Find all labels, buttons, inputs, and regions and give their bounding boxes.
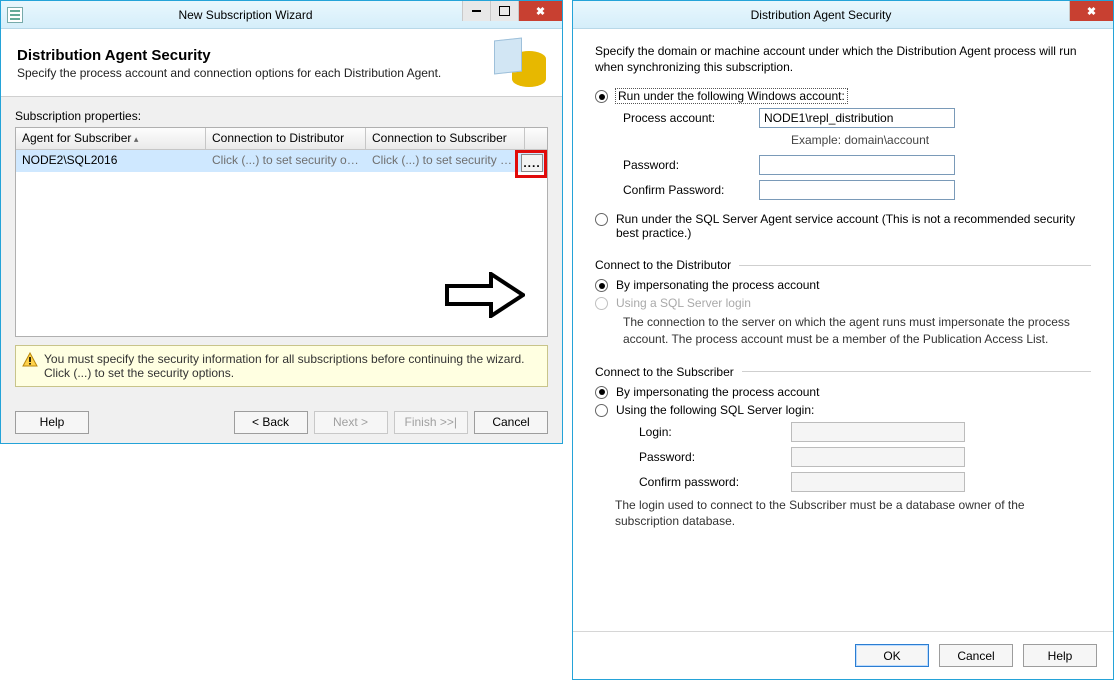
grid-row[interactable]: NODE2\SQL2016 Click (...) to set securit… [16,150,547,172]
login-input [791,422,965,442]
password-input[interactable] [759,155,955,175]
maximize-button[interactable] [490,1,518,21]
cancel-button[interactable]: Cancel [474,411,548,434]
sub-confirm-label: Confirm password: [595,475,791,489]
group-connect-distributor: Connect to the Distributor [595,258,1091,272]
finish-button: Finish >>| [394,411,468,434]
radio-dist-sql-login-label: Using a SQL Server login [616,296,751,310]
dialog-title: Distribution Agent Security [573,8,1069,22]
wizard-subheading: Specify the process account and connecti… [17,66,441,80]
wizard-title: New Subscription Wizard [29,8,462,22]
dialog-help-button[interactable]: Help [1023,644,1097,667]
process-account-example: Example: domain\account [595,133,1091,147]
dialog-titlebar[interactable]: Distribution Agent Security [573,1,1113,29]
radio-dist-impersonate-label: By impersonating the process account [616,278,819,292]
distributor-note: The connection to the server on which th… [595,314,1091,346]
confirm-password-input[interactable] [759,180,955,200]
subscriber-note: The login used to connect to the Subscri… [595,497,1091,529]
radio-run-sqlagent-label: Run under the SQL Server Agent service a… [616,212,1091,240]
ellipsis-button[interactable]: .... [521,154,543,172]
warning-icon [22,352,38,368]
wizard-heading: Distribution Agent Security [17,47,441,64]
dialog-body: Specify the domain or machine account un… [573,29,1113,631]
cell-distributor[interactable]: Click (...) to set security opti... [206,150,366,172]
wizard-window: New Subscription Wizard Distribution Age… [0,0,563,444]
wizard-footer: Help < Back Next > Finish >>| Cancel [1,401,562,443]
radio-run-windows-label: Run under the following Windows account: [616,89,847,103]
sub-password-label: Password: [595,450,791,464]
col-subscriber[interactable]: Connection to Subscriber [366,128,525,149]
col-agent[interactable]: Agent for Subscriber [16,128,206,149]
radio-sub-impersonate[interactable]: By impersonating the process account [595,385,1091,399]
wizard-graphic [494,39,546,87]
next-button: Next > [314,411,388,434]
radio-dist-impersonate[interactable]: By impersonating the process account [595,278,1091,292]
radio-icon[interactable] [595,90,608,103]
radio-dist-sql-login: Using a SQL Server login [595,296,1091,310]
properties-label: Subscription properties: [15,109,548,123]
sub-password-input [791,447,965,467]
radio-icon[interactable] [595,386,608,399]
group-connect-subscriber: Connect to the Subscriber [595,365,1091,379]
minimize-button[interactable] [462,1,490,21]
radio-run-windows[interactable]: Run under the following Windows account: [595,89,1091,103]
ok-button[interactable]: OK [855,644,929,667]
process-account-input[interactable] [759,108,955,128]
subscription-grid[interactable]: Agent for Subscriber Connection to Distr… [15,127,548,337]
radio-sub-sql-login-label: Using the following SQL Server login: [616,403,814,417]
sub-confirm-input [791,472,965,492]
cell-subscriber[interactable]: Click (...) to set security opti... [366,150,525,172]
radio-run-sqlagent[interactable]: Run under the SQL Server Agent service a… [595,212,1091,240]
dialog-cancel-button[interactable]: Cancel [939,644,1013,667]
radio-sub-sql-login[interactable]: Using the following SQL Server login: [595,403,1091,417]
warning-text: You must specify the security informatio… [44,352,524,380]
warning-panel: You must specify the security informatio… [15,345,548,387]
radio-icon[interactable] [595,404,608,417]
cell-agent: NODE2\SQL2016 [16,150,206,172]
dialog-intro: Specify the domain or machine account un… [595,43,1091,75]
help-button[interactable]: Help [15,411,89,434]
wizard-titlebar[interactable]: New Subscription Wizard [1,1,562,29]
radio-icon[interactable] [595,213,608,226]
col-distributor[interactable]: Connection to Distributor [206,128,366,149]
password-label: Password: [595,158,759,172]
back-button[interactable]: < Back [234,411,308,434]
process-account-label: Process account: [595,111,759,125]
dialog-footer: OK Cancel Help [573,631,1113,679]
close-button[interactable] [518,1,562,21]
security-dialog: Distribution Agent Security Specify the … [572,0,1114,680]
wizard-body: Subscription properties: Agent for Subsc… [1,97,562,401]
radio-icon [595,297,608,310]
login-label: Login: [595,425,791,439]
dialog-close-button[interactable] [1069,1,1113,21]
grid-header: Agent for Subscriber Connection to Distr… [16,128,547,150]
app-icon [7,7,23,23]
wizard-header: Distribution Agent Security Specify the … [1,29,562,97]
radio-sub-impersonate-label: By impersonating the process account [616,385,819,399]
confirm-password-label: Confirm Password: [595,183,759,197]
radio-icon[interactable] [595,279,608,292]
